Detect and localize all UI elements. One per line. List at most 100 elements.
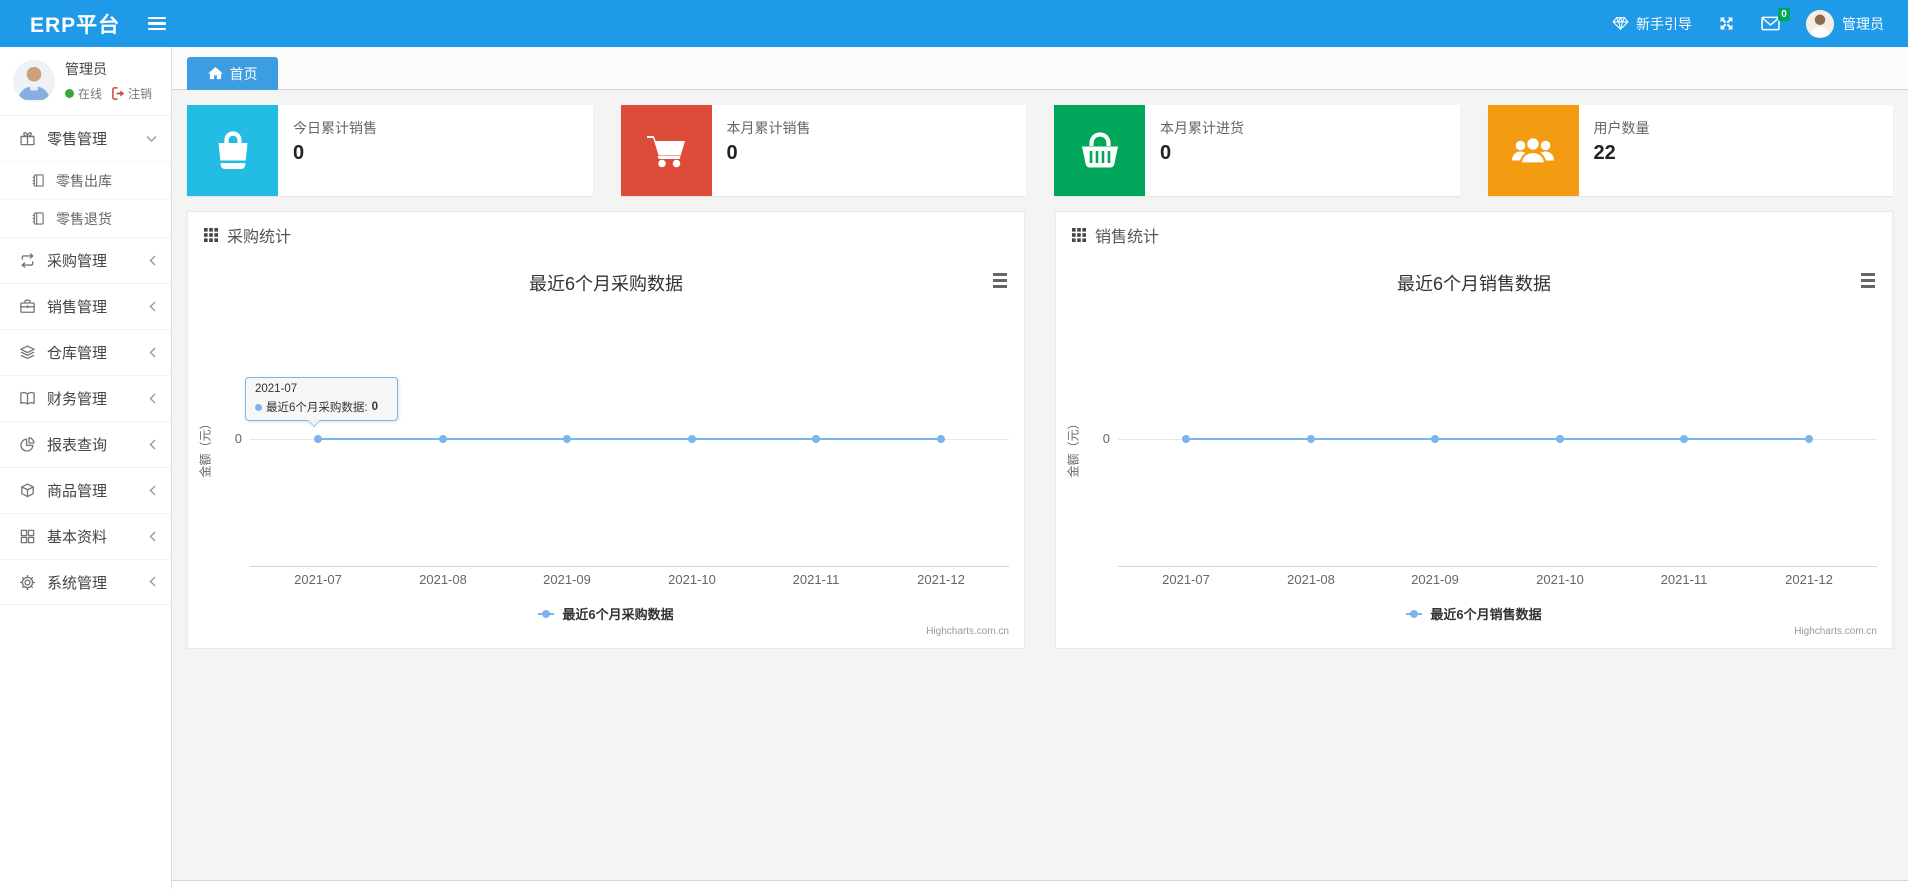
data-point[interactable] — [688, 435, 696, 443]
series-line[interactable] — [318, 438, 941, 440]
panel-header: 采购统计 — [188, 212, 1024, 258]
sidebar-item-label: 报表查询 — [47, 437, 108, 454]
chart-context-menu-button[interactable] — [1861, 273, 1875, 288]
layers-icon — [20, 345, 35, 360]
notebook-icon — [32, 174, 44, 187]
chevron-left-icon — [149, 347, 156, 357]
sidebar-item-retail-management[interactable]: 零售管理 — [0, 115, 171, 161]
stat-card-month-sales[interactable]: 本月累计销售 0 — [620, 105, 1026, 196]
footer — [172, 880, 1908, 889]
data-point[interactable] — [1182, 435, 1190, 443]
tooltip-series-label: 最近6个月采购数据: — [266, 402, 368, 414]
online-status-icon — [65, 89, 74, 98]
shopping-bag-icon — [187, 105, 278, 196]
box-icon — [21, 483, 34, 498]
tooltip-header: 2021-07 — [255, 383, 298, 395]
sidebar-item-finance-management[interactable]: 财务管理 — [0, 375, 171, 421]
gem-icon — [1612, 17, 1629, 30]
x-axis-label: 2021-10 — [668, 572, 716, 587]
x-axis-label: 2021-12 — [1785, 572, 1833, 587]
sidebar-item-label: 系统管理 — [47, 574, 108, 592]
shopping-basket-icon — [1054, 105, 1145, 196]
tooltip-value: 0 — [371, 401, 378, 413]
sidebar-item-purchase-management[interactable]: 采购管理 — [0, 237, 171, 283]
panel-title: 采购统计 — [227, 229, 292, 246]
purchase-chart: 最近6个月采购数据 金额（元） 0 2021-07 2021-08 2021-0… — [188, 258, 1024, 648]
data-point[interactable] — [937, 435, 945, 443]
data-point[interactable] — [1556, 435, 1564, 443]
sidebar-item-label: 仓库管理 — [47, 345, 108, 362]
data-point[interactable] — [1680, 435, 1688, 443]
guide-link[interactable]: 新手引导 — [1612, 14, 1692, 34]
purchase-stats-panel: 采购统计 最近6个月采购数据 金额（元） 0 2021-07 2021-08 2… — [187, 211, 1025, 649]
data-point[interactable] — [563, 435, 571, 443]
sales-chart: 最近6个月销售数据 金额（元） 0 2021-07 2021-08 2021-0… — [1056, 258, 1892, 648]
stat-value: 0 — [726, 142, 738, 164]
top-navbar: ERP平台 新手引导 0 管理员 — [0, 0, 1908, 47]
x-axis-label: 2021-08 — [1287, 572, 1335, 587]
gear-icon — [19, 574, 36, 590]
highcharts-credits-link[interactable]: Highcharts.com.cn — [1794, 626, 1877, 637]
tab-home[interactable]: 首页 — [187, 57, 278, 90]
legend-item[interactable]: 最近6个月采购数据 — [188, 604, 1024, 623]
fullscreen-button[interactable] — [1718, 15, 1735, 32]
stat-card-today-sales[interactable]: 今日累计销售 0 — [187, 105, 593, 196]
sidebar-item-warehouse-management[interactable]: 仓库管理 — [0, 329, 171, 375]
stat-card-month-purchases[interactable]: 本月累计进货 0 — [1054, 105, 1460, 196]
sidebar-item-label: 零售退货 — [56, 210, 112, 227]
messages-button[interactable]: 0 — [1761, 8, 1790, 31]
logout-label: 注销 — [128, 87, 153, 101]
sidebar-item-retail-outbound[interactable]: 零售出库 — [0, 161, 171, 199]
stat-cards-row: 今日累计销售 0 本月累计销售 0 本月累计进货 0 用户数量 22 — [172, 90, 1908, 211]
stat-label: 今日累计销售 — [293, 120, 377, 136]
users-icon — [1487, 105, 1579, 196]
legend-item[interactable]: 最近6个月销售数据 — [1056, 604, 1892, 623]
sidebar-item-report-query[interactable]: 报表查询 — [0, 421, 171, 467]
sidebar-item-label: 零售管理 — [47, 131, 108, 148]
app-logo[interactable]: ERP平台 — [30, 9, 120, 39]
x-axis-label: 2021-10 — [1536, 572, 1584, 587]
stat-card-user-count[interactable]: 用户数量 22 — [1487, 105, 1893, 196]
pie-chart-icon — [20, 437, 35, 452]
x-axis-label: 2021-12 — [917, 572, 965, 587]
sidebar: 管理员 在线 注销 零售管理 零售出库 零售退货 采购管理 销售管理 仓库管理 … — [0, 47, 172, 889]
chart-title: 最近6个月采购数据 — [528, 274, 683, 294]
stat-label: 本月累计销售 — [726, 120, 811, 136]
sidebar-item-system-management[interactable]: 系统管理 — [0, 559, 171, 605]
sidebar-item-goods-management[interactable]: 商品管理 — [0, 467, 171, 513]
th-grid-icon — [204, 228, 218, 242]
messages-count-badge: 0 — [1778, 8, 1790, 21]
x-axis-label: 2021-08 — [419, 572, 467, 587]
data-point[interactable] — [439, 435, 447, 443]
chevron-left-icon — [149, 255, 156, 265]
highcharts-credits-link[interactable]: Highcharts.com.cn — [926, 626, 1009, 637]
chart-context-menu-button[interactable] — [993, 273, 1007, 288]
data-point[interactable] — [812, 435, 820, 443]
sidebar-item-sales-management[interactable]: 销售管理 — [0, 283, 171, 329]
navbar-right: 新手引导 0 管理员 — [1612, 8, 1908, 38]
data-point[interactable] — [314, 435, 322, 443]
x-axis-label: 2021-11 — [792, 572, 840, 587]
series-line[interactable] — [1186, 438, 1809, 440]
chevron-left-icon — [149, 393, 156, 403]
stat-value: 0 — [293, 142, 305, 164]
logout-link[interactable]: 注销 — [112, 85, 152, 102]
chart-tooltip: 2021-07 最近6个月采购数据: 0 — [245, 377, 398, 427]
y-axis-title: 金额（元） — [1066, 417, 1081, 478]
sidebar-item-retail-returns[interactable]: 零售退货 — [0, 199, 171, 237]
data-point[interactable] — [1805, 435, 1813, 443]
sidebar-item-label: 销售管理 — [47, 299, 108, 316]
data-point[interactable] — [1431, 435, 1439, 443]
sidebar-toggle-button[interactable] — [148, 16, 167, 31]
sidebar-item-basic-data[interactable]: 基本资料 — [0, 513, 171, 559]
user-menu[interactable]: 管理员 — [1806, 9, 1884, 38]
sidebar-item-label: 零售出库 — [56, 172, 112, 189]
data-point[interactable] — [1307, 435, 1315, 443]
sidebar-user-panel: 管理员 在线 注销 — [0, 47, 171, 115]
hamburger-icon — [148, 16, 167, 20]
chevron-left-icon — [149, 485, 156, 495]
series-dot-icon — [255, 403, 262, 411]
legend-marker-icon — [538, 609, 555, 618]
main-content: 首页 今日累计销售 0 本月累计销售 0 本月累计进货 0 用户数量 22 采购… — [172, 47, 1908, 889]
x-axis-line — [1118, 566, 1877, 567]
